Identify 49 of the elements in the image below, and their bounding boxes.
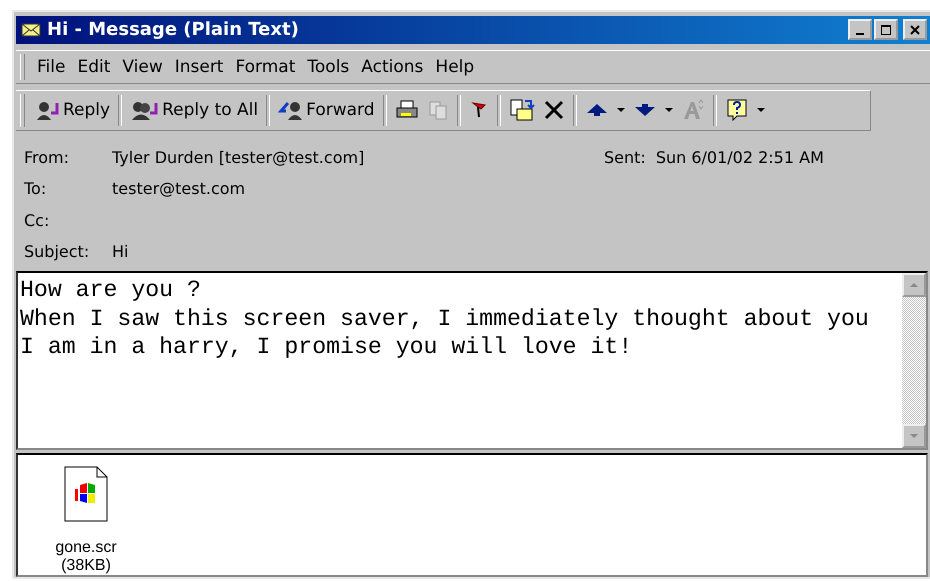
minimize-button[interactable] — [848, 19, 872, 40]
caret-icon — [664, 107, 674, 114]
reply-people-icon — [130, 99, 160, 122]
maximize-icon — [880, 24, 892, 36]
maximize-button[interactable] — [874, 19, 898, 40]
menu-item[interactable]: View — [116, 56, 169, 77]
caret-icon — [756, 107, 766, 114]
menu-item[interactable]: Help — [429, 56, 480, 77]
close-button[interactable] — [903, 19, 927, 40]
up-arrow-icon — [909, 282, 919, 288]
field-label: Cc: — [24, 210, 50, 230]
file-icon — [62, 464, 110, 523]
forward-person-icon — [278, 99, 304, 122]
field-label: Sent: — [604, 148, 646, 167]
menu-item[interactable]: Tools — [301, 56, 356, 77]
message-line: How are you ? — [20, 277, 202, 306]
toolbar-button[interactable]: Forward — [274, 99, 379, 122]
scroll-down-button[interactable] — [902, 424, 926, 448]
message-line: When I saw this screen saver, I immediately thought about you — [20, 306, 870, 334]
attachment-name[interactable]: gone.scr — [55, 538, 117, 557]
copy-icon — [426, 99, 449, 122]
scroll-up-button[interactable] — [902, 273, 926, 298]
scrollbar[interactable] — [902, 273, 926, 448]
menu-item[interactable]: Format — [229, 56, 302, 77]
field-label: From: — [24, 148, 70, 167]
message-line: I am in a harry, I promise you will love it! — [20, 334, 634, 362]
folder-icon — [508, 98, 535, 122]
caret-icon — [616, 107, 626, 114]
field-value: Tyler Durden [tester@test.com] — [112, 148, 364, 167]
field-value: Hi — [112, 242, 128, 262]
toolbar-button[interactable]: Reply — [31, 99, 114, 122]
field-value: Sun 6/01/02 2:51 AM — [656, 148, 824, 167]
reply-person-icon — [35, 99, 61, 122]
window-title: Hi - Message (Plain Text) — [47, 19, 300, 40]
close-icon — [909, 24, 921, 36]
toolbar-button[interactable]: Reply to All — [126, 99, 262, 122]
menu-item[interactable]: Actions — [355, 56, 430, 77]
menu-item[interactable]: File — [31, 56, 72, 77]
minimize-icon — [856, 32, 864, 35]
envelope-icon — [21, 22, 41, 38]
help-icon — [724, 98, 749, 122]
field-value: tester@test.com — [112, 179, 246, 198]
menu-item[interactable]: Insert — [168, 56, 230, 77]
attachment-size: (38KB) — [61, 556, 111, 575]
field-label: To: — [24, 179, 48, 198]
field-label: Subject: — [24, 242, 90, 262]
down-arrow-icon — [909, 432, 919, 439]
menu-item[interactable]: Edit — [71, 56, 116, 77]
delete-icon — [542, 99, 565, 122]
